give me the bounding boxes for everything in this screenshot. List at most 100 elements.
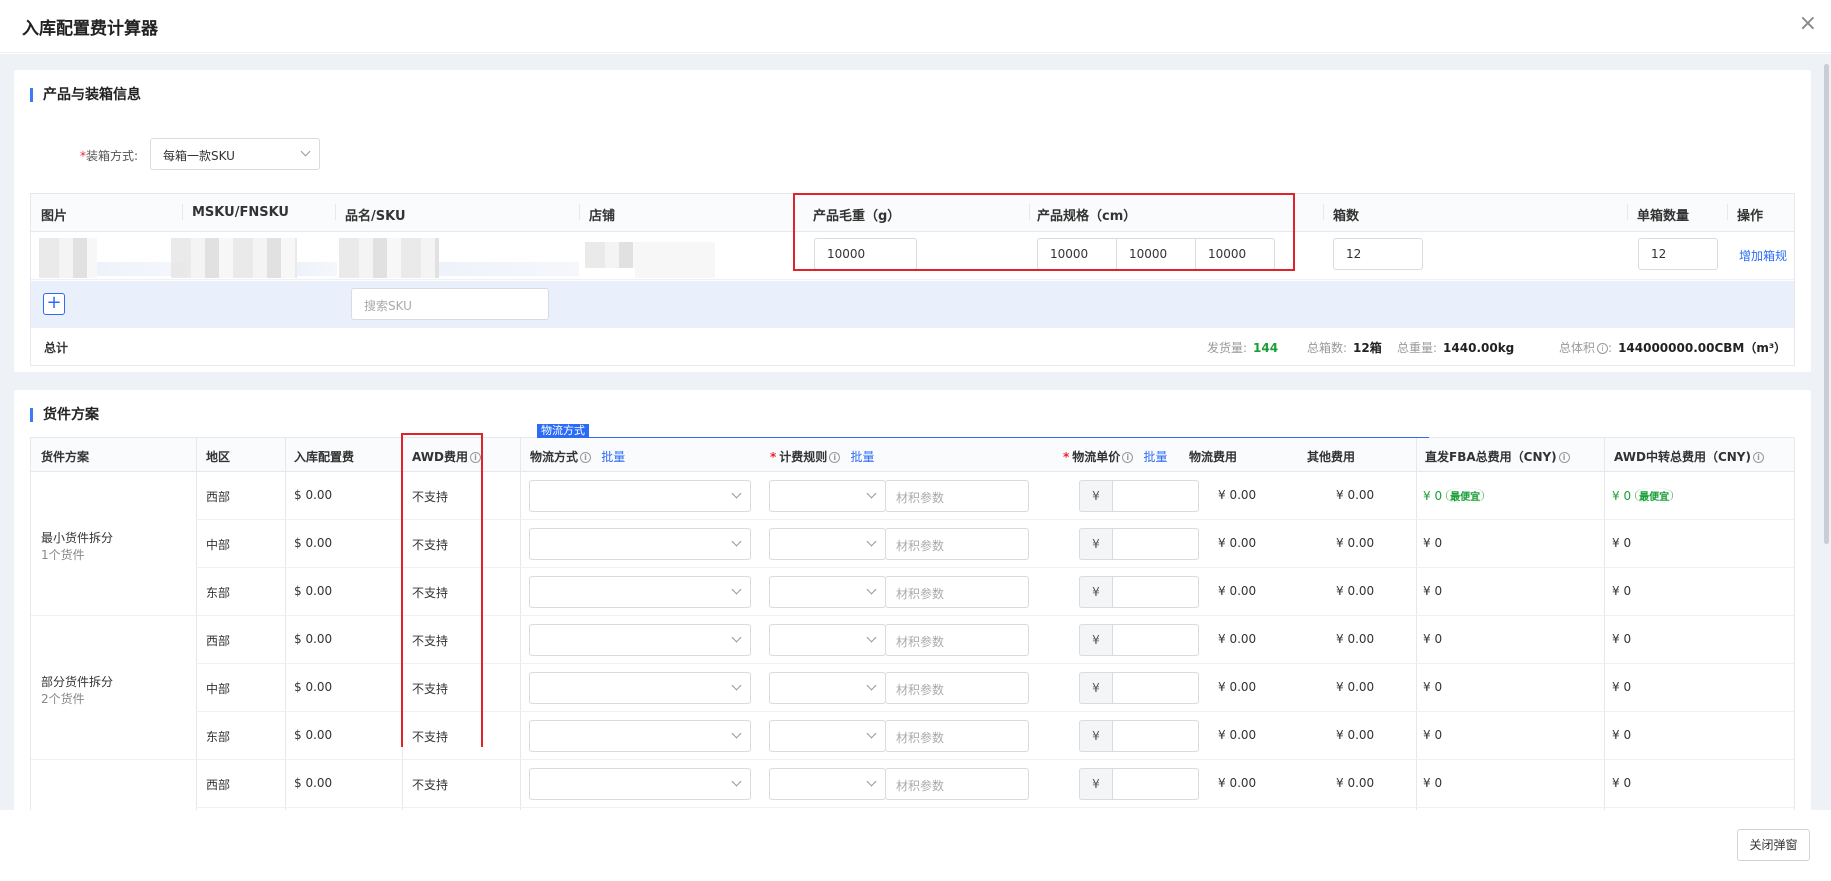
search-sku-placeholder: 搜索SKU (364, 299, 412, 313)
total-boxes-label: 总箱数: (1307, 341, 1348, 355)
unit-price-input[interactable] (1112, 480, 1199, 512)
material-param-input[interactable]: 材积参数 (885, 672, 1029, 704)
unit-price-input[interactable] (1112, 672, 1199, 704)
box-count-input[interactable]: 12 (1333, 238, 1423, 270)
col-billing-rule-text: 计费规则 (779, 450, 828, 464)
billing-rule-select[interactable] (769, 480, 886, 512)
logistics-cost: ¥ 0.00 (1218, 776, 1257, 790)
info-icon[interactable]: i (1558, 452, 1570, 463)
redacted-text (635, 242, 715, 278)
add-box-spec-link[interactable]: 增加箱规 (1739, 247, 1787, 264)
billing-rule-select[interactable] (769, 624, 886, 656)
other-cost: ¥ 0.00 (1336, 536, 1375, 550)
plan-sub: 2个货件 (41, 692, 85, 706)
fba-total-value: ¥ 0 (1423, 680, 1443, 694)
cheapest-tag: 最便宜 (1635, 488, 1674, 503)
qty-per-box-input[interactable]: 12 (1638, 238, 1718, 270)
logistics-method-select[interactable] (529, 576, 751, 608)
packing-label-text: 装箱方式: (86, 149, 139, 163)
batch-price-link[interactable]: 批量 (1143, 450, 1167, 464)
logistics-method-select[interactable] (529, 720, 751, 752)
close-icon[interactable]: × (1799, 13, 1817, 35)
fba-total: ¥ 0 最便宜 (1423, 488, 1485, 503)
logistics-method-select[interactable] (529, 624, 751, 656)
close-dialog-button[interactable]: 关闭弹窗 (1737, 829, 1810, 861)
totals-row: 总计 发货量: 144 总箱数: 12箱 总重量: 1440.00kg 总体积 i:14… (31, 328, 1794, 366)
logistics-tab-label[interactable]: 物流方式 (537, 424, 589, 438)
unit-price-input[interactable] (1112, 624, 1199, 656)
material-param-input[interactable]: 材积参数 (885, 480, 1029, 512)
col-qty-per-box: 单箱数量 (1637, 209, 1690, 224)
inbound-fee: $ 0.00 (294, 584, 333, 598)
info-icon[interactable]: i (1752, 452, 1764, 463)
unit-price-input[interactable] (1112, 528, 1199, 560)
total-volume-value: 144000000.00CBM（m³） (1618, 341, 1787, 355)
col-awd-total: AWD中转总费用（CNY) i (1614, 448, 1764, 465)
billing-rule-select[interactable] (769, 576, 886, 608)
awd-total: ¥ 0 (1612, 776, 1631, 790)
currency-prefix: ¥ (1079, 720, 1112, 752)
logistics-cost: ¥ 0.00 (1218, 488, 1257, 502)
awd-total: ¥ 0 (1612, 680, 1631, 694)
chevron-down-icon (866, 584, 877, 595)
col-sep (182, 204, 183, 220)
col-unit-price-text: 物流单价 (1072, 450, 1121, 464)
batch-logistics-link[interactable]: 批量 (601, 450, 625, 464)
totals-label: 总计 (44, 341, 69, 355)
col-inbound-fee: 入库配置费 (294, 450, 355, 464)
material-param-input[interactable]: 材积参数 (885, 624, 1029, 656)
billing-rule-select[interactable] (769, 720, 886, 752)
batch-billing-link[interactable]: 批量 (850, 450, 874, 464)
awd-total: ¥ 0 (1612, 584, 1631, 598)
col-sep (1323, 204, 1324, 220)
packing-label: *装箱方式: (80, 147, 138, 164)
billing-rule-select[interactable] (769, 528, 886, 560)
fba-total-value: ¥ 0 (1423, 536, 1443, 550)
fba-total: ¥ 0 (1423, 584, 1442, 598)
col-logistics-method: 物流方式 i 批量 (530, 448, 625, 465)
info-icon[interactable]: i (829, 452, 841, 463)
logistics-method-select[interactable] (529, 672, 751, 704)
box-count-value: 12 (1346, 247, 1362, 261)
material-param-input[interactable]: 材积参数 (885, 576, 1029, 608)
search-sku-input[interactable]: 搜索SKU (351, 288, 549, 320)
info-icon[interactable]: i (1597, 343, 1609, 354)
unit-price-input[interactable] (1112, 720, 1199, 752)
material-param-input[interactable]: 材积参数 (885, 528, 1029, 560)
info-icon[interactable]: i (1122, 452, 1134, 463)
awd-total-value: ¥ 0 (1612, 536, 1632, 550)
fba-total-value: ¥ 0 (1423, 728, 1443, 742)
unit-price-input[interactable] (1112, 768, 1199, 800)
chevron-down-icon (866, 680, 877, 691)
material-param-placeholder: 材积参数 (896, 779, 945, 793)
inbound-fee: $ 0.00 (294, 776, 333, 790)
modal-title: 入库配置费计算器 (22, 19, 158, 39)
logistics-method-select[interactable] (529, 768, 751, 800)
chevron-down-icon (866, 488, 877, 499)
total-boxes: 总箱数: 12箱 (1307, 339, 1382, 356)
packing-select[interactable]: 每箱一款SKU (150, 138, 320, 170)
required-mark: * (1063, 450, 1070, 464)
logistics-cost: ¥ 0.00 (1218, 728, 1257, 742)
logistics-method-select[interactable] (529, 528, 751, 560)
billing-rule-select[interactable] (769, 768, 886, 800)
col-store: 店铺 (589, 209, 616, 224)
add-icon[interactable]: + (43, 293, 65, 315)
unit-price-input[interactable] (1112, 576, 1199, 608)
logistics-cost: ¥ 0.00 (1218, 584, 1257, 598)
logistics-method-select[interactable] (529, 480, 751, 512)
col-awd-total-text: AWD中转总费用（CNY) (1614, 450, 1751, 464)
scrollbar[interactable] (1824, 64, 1829, 544)
plan-group-1: 最小货件拆分 1个货件 (31, 472, 196, 616)
other-cost: ¥ 0.00 (1336, 488, 1375, 502)
material-param-input[interactable]: 材积参数 (885, 768, 1029, 800)
billing-rule-select[interactable] (769, 672, 886, 704)
required-mark: * (770, 450, 777, 464)
info-icon[interactable]: i (580, 452, 592, 463)
awd-total-value: ¥ 0 (1612, 728, 1632, 742)
awd-total-value: ¥ 0 (1612, 776, 1632, 790)
material-param-input[interactable]: 材积参数 (885, 720, 1029, 752)
highlight-box-weight-dimensions (793, 193, 1295, 271)
section-title-product: 产品与装箱信息 (30, 88, 141, 102)
redacted-text (297, 262, 337, 276)
